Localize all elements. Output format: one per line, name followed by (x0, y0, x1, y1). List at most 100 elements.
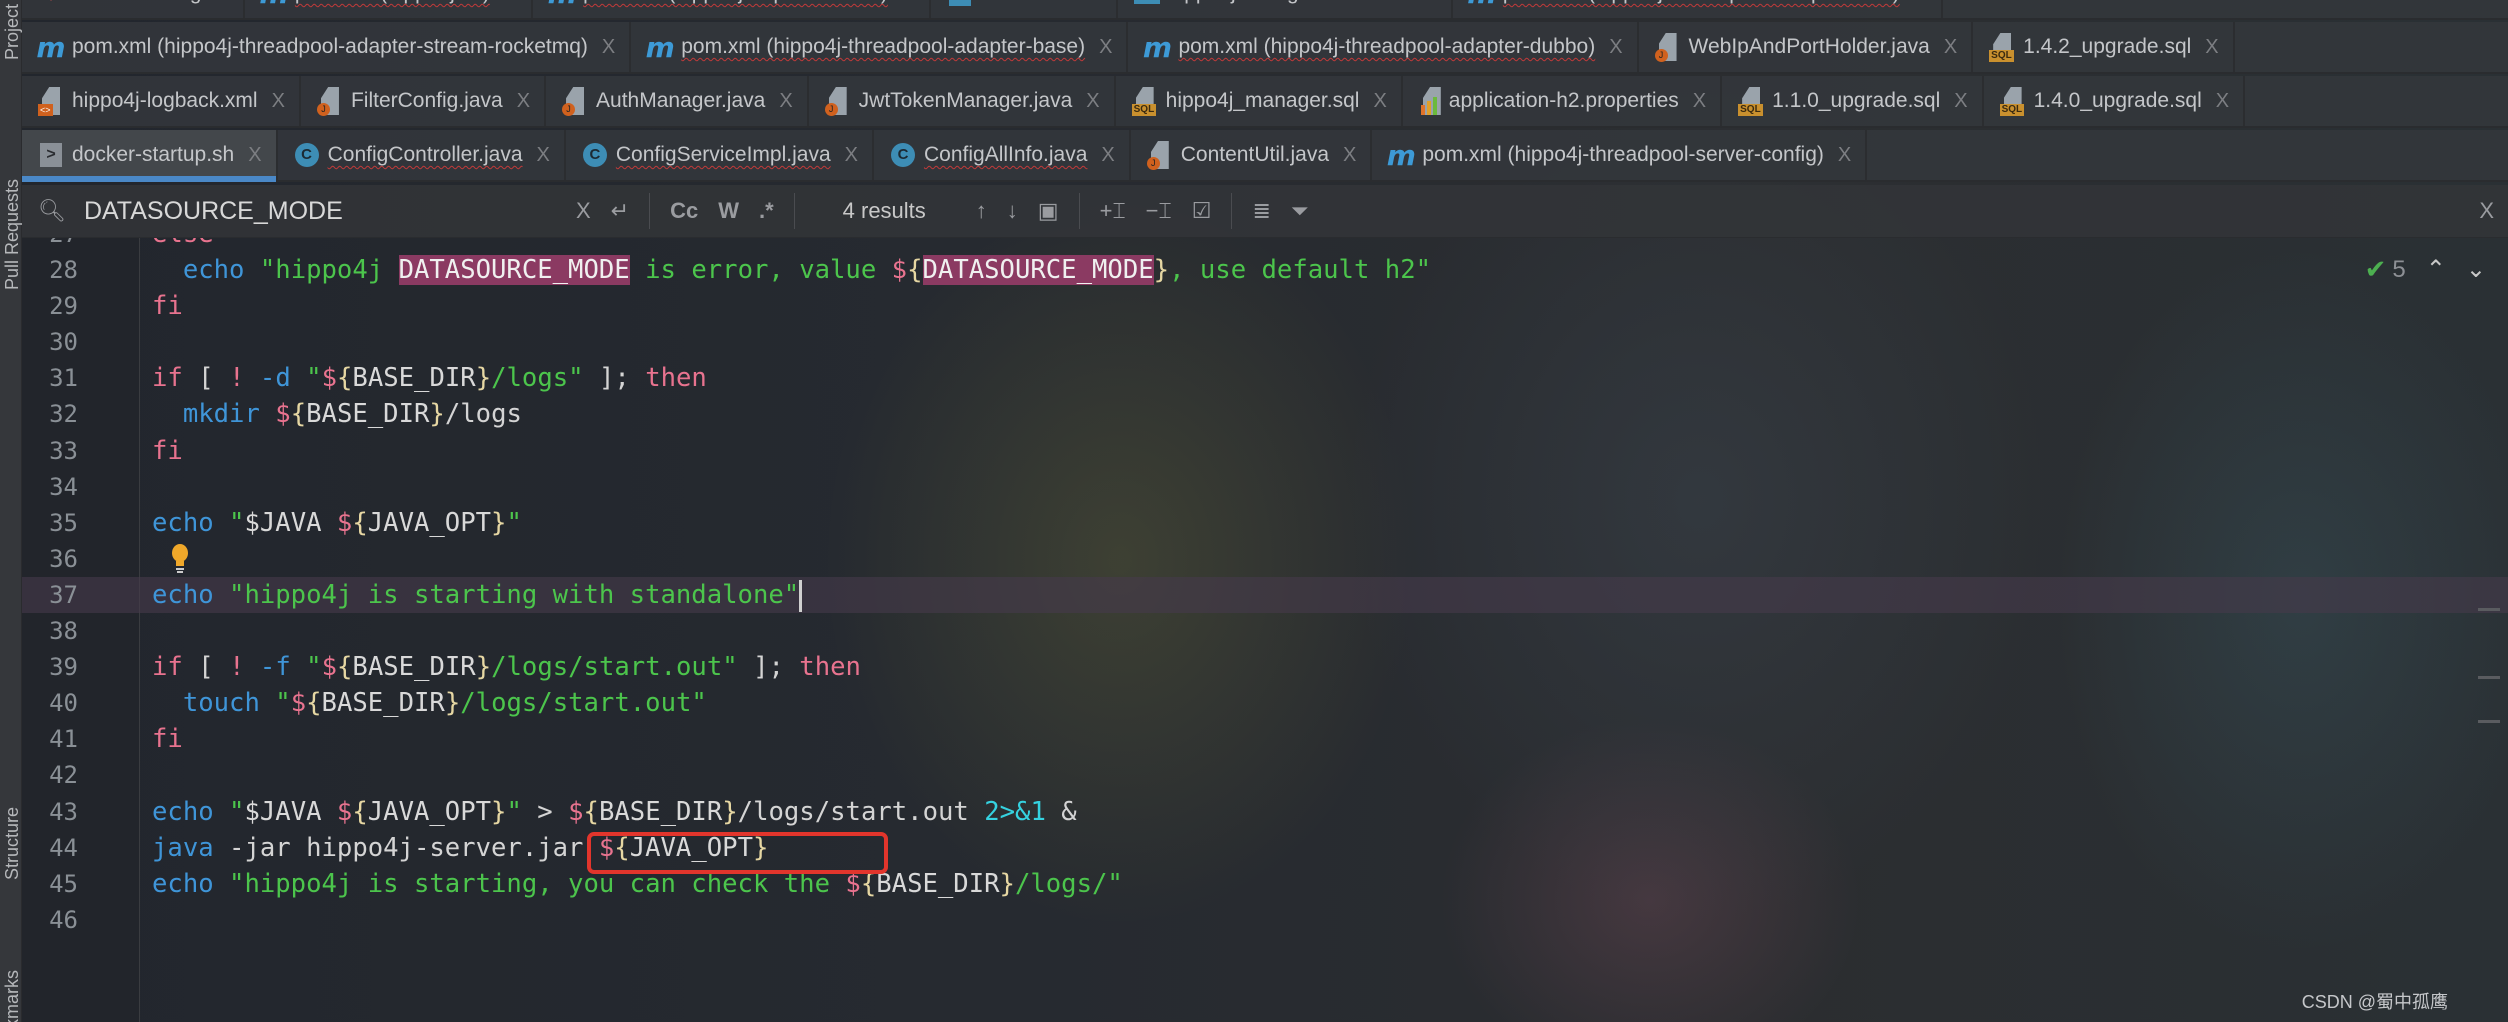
close-tab-icon[interactable]: X (1954, 90, 1967, 113)
code-line[interactable]: 42 (22, 757, 2508, 793)
editor-tab[interactable]: ⚙ lombok.config X (22, 0, 245, 18)
code-line[interactable]: 28 echo "hippo4j DATASOURCE_MODE is erro… (22, 252, 2508, 288)
close-tab-icon[interactable]: X (602, 36, 615, 59)
remove-selection-icon[interactable]: −⌶ (1146, 198, 1172, 224)
code-line[interactable]: 32 mkdir ${BASE_DIR}/logs (22, 396, 2508, 432)
annotation-red-box (587, 832, 888, 874)
editor-tab[interactable]: J WebIpAndPortHolder.java X (1639, 22, 1974, 72)
editor-tab[interactable]: J AuthManager.java X (546, 76, 809, 126)
close-tab-icon[interactable]: X (1424, 0, 1437, 5)
close-tab-icon[interactable]: X (1838, 144, 1851, 167)
code-line[interactable]: 46 (22, 902, 2508, 938)
next-highlight-icon[interactable]: ⌄ (2466, 255, 2486, 284)
match-case-toggle[interactable]: Cc (670, 198, 698, 224)
tab-label: pom.xml (hippo4j-dependencies) (583, 0, 888, 5)
code-line[interactable]: 37 echo "hippo4j is starting with standal… (22, 576, 2508, 614)
close-tab-icon[interactable]: X (1693, 90, 1706, 113)
whole-words-toggle[interactable]: W (718, 198, 739, 224)
add-selection-icon[interactable]: +⌶ (1100, 198, 1126, 224)
editor-tab[interactable]: m pom.xml (hippo4j-threadpool-adapter-web… (1453, 0, 1944, 18)
close-tab-icon[interactable]: X (1089, 0, 1102, 5)
select-all-selection-icon[interactable]: ☑ (1192, 198, 1212, 224)
code-line[interactable]: 35 echo "$JAVA ${JAVA_OPT}" (22, 505, 2508, 541)
close-tab-icon[interactable]: X (1099, 36, 1112, 59)
editor-tab[interactable]: C ConfigController.java X (278, 130, 566, 180)
editor-tab[interactable]: m pom.xml (hippo4j-dependencies) X (533, 0, 932, 18)
editor-tab[interactable]: SQL hippo4j_manager.sql X (1116, 76, 1403, 126)
close-tab-icon[interactable]: X (537, 144, 550, 167)
editor-tab[interactable]: SQL 1.4.0_upgrade.sql X (1984, 76, 2246, 126)
editor-tab[interactable]: J FilterConfig.java X (301, 76, 547, 126)
select-all-occurrences-icon[interactable]: ▣ (1038, 198, 1059, 224)
inspection-ok-icon[interactable]: ✔ (2365, 254, 2387, 285)
close-tab-icon[interactable]: X (248, 144, 261, 167)
search-input[interactable] (75, 196, 516, 226)
editor-tab[interactable]: application-h2.properties X (1403, 76, 1723, 126)
code-line[interactable]: 30 (22, 324, 2508, 360)
close-tab-icon[interactable]: X (517, 90, 530, 113)
close-find-bar-icon[interactable]: X (2479, 198, 2494, 224)
editor-tab[interactable]: D Dockerfile X (931, 0, 1118, 18)
code-token: { (352, 796, 368, 827)
clear-search-icon[interactable]: X (576, 198, 591, 224)
filter-search-results-icon[interactable]: ≣ (1252, 198, 1270, 224)
editor-tab[interactable]: m pom.xml (hippo4j-threadpool-adapter-bas… (631, 22, 1129, 72)
maven-icon: m (36, 30, 66, 64)
close-tab-icon[interactable]: X (1373, 90, 1386, 113)
close-tab-icon[interactable]: X (779, 90, 792, 113)
close-tab-icon[interactable]: X (1343, 144, 1356, 167)
code-line[interactable]: 39 if [ ! -f "${BASE_DIR}/logs/start.out"… (22, 649, 2508, 685)
close-tab-icon[interactable]: X (1609, 36, 1622, 59)
editor-tab[interactable]: J JwtTokenManager.java X (809, 76, 1116, 126)
close-tab-icon[interactable]: X (1101, 144, 1114, 167)
close-tab-icon[interactable]: X (902, 0, 915, 5)
close-tab-icon[interactable]: X (216, 0, 229, 5)
code-line[interactable]: 41 fi (22, 721, 2508, 757)
previous-highlight-icon[interactable]: ⌃ (2426, 255, 2446, 284)
code-line[interactable]: 40 touch "${BASE_DIR}/logs/start.out" (22, 685, 2508, 721)
close-tab-icon[interactable]: X (1944, 36, 1957, 59)
search-icon[interactable]: 🔍︎ (38, 198, 66, 224)
new-line-icon[interactable]: ↵ (611, 198, 629, 224)
close-tab-icon[interactable]: X (1914, 0, 1927, 5)
code-line[interactable]: 43 echo "$JAVA ${JAVA_OPT}" > ${BASE_DIR}… (22, 794, 2508, 830)
filter-icon[interactable]: ⏷ (1291, 198, 1309, 224)
regex-toggle[interactable]: .* (759, 198, 774, 224)
close-tab-icon[interactable]: X (504, 0, 517, 5)
editor-tab[interactable]: m pom.xml (hippo4j-threadpool-server-conf… (1372, 130, 1868, 180)
close-tab-icon[interactable]: X (845, 144, 858, 167)
code-line[interactable]: 31 if [ ! -d "${BASE_DIR}/logs" ]; then (22, 360, 2508, 396)
editor-tab[interactable]: C ConfigServiceImpl.java X (566, 130, 874, 180)
code-editor[interactable]: 27 else 28 echo "hippo4j DATASOURCE_MODE i… (22, 238, 2508, 1022)
editor-tab[interactable]: SQL 1.4.2_upgrade.sql X (1973, 22, 2235, 72)
code-line[interactable]: 27 else (22, 238, 2508, 252)
code-line[interactable]: 38 (22, 613, 2508, 649)
editor-tab[interactable]: <> hippo4j-logback.xml X (22, 76, 301, 126)
editor-tab[interactable]: MD hippo4j-config-monitor.md X (1118, 0, 1453, 18)
editor-tab[interactable]: J ContentUtil.java X (1131, 130, 1373, 180)
code-token: { (907, 255, 923, 286)
code-line[interactable]: 33 fi (22, 433, 2508, 469)
close-tab-icon[interactable]: X (2216, 90, 2229, 113)
code-line[interactable]: 29 fi (22, 288, 2508, 324)
close-tab-icon[interactable]: X (1086, 90, 1099, 113)
editor-tab[interactable]: > docker-startup.sh X (22, 130, 278, 182)
editor-tab[interactable]: m pom.xml (hippo4j-threadpool-adapter-str… (22, 22, 632, 72)
next-occurrence-icon[interactable]: ↓ (1007, 198, 1018, 224)
tool-label: Project (2, 3, 22, 60)
code-token: BASE_DIR (598, 796, 723, 827)
close-tab-icon[interactable]: X (2205, 36, 2218, 59)
code-line[interactable]: 36 (22, 541, 2508, 577)
editor-tab[interactable]: m pom.xml (hippo4j-threadpool-adapter-dub… (1128, 22, 1639, 72)
maven-icon: m (1142, 30, 1173, 64)
lightbulb-icon[interactable] (170, 544, 190, 574)
code-line[interactable]: 34 (22, 469, 2508, 505)
editor-tab[interactable]: SQL 1.1.0_upgrade.sql X (1722, 76, 1984, 126)
code-line[interactable]: 44 java -jar hippo4j-server.jar ${JAVA_OP… (22, 830, 2508, 866)
close-tab-icon[interactable]: X (272, 90, 285, 113)
editor-tab[interactable]: C ConfigAllInfo.java X (874, 130, 1131, 180)
code-line[interactable]: 45 echo "hippo4j is starting, you can che… (22, 866, 2508, 902)
previous-occurrence-icon[interactable]: ↑ (976, 198, 987, 224)
editor-tab[interactable]: m pom.xml (hippo4j-all) X (245, 0, 534, 18)
